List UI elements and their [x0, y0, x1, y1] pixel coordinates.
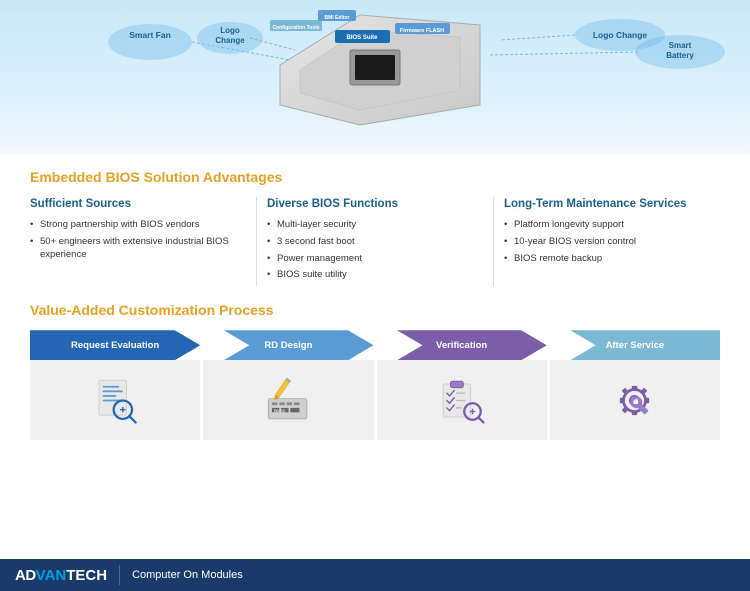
- step3-body: [377, 360, 547, 440]
- footer-brand: ADVANTECH: [15, 567, 107, 584]
- col1-item-1: Strong partnership with BIOS vendors: [30, 219, 236, 232]
- checklist-search-icon: [434, 373, 489, 428]
- svg-text:BIOS: BIOS: [274, 408, 285, 413]
- main-content: Embedded BIOS Solution Advantages Suffic…: [0, 155, 750, 450]
- footer-divider: [119, 565, 120, 585]
- step-rd-design: RD Design BIOS: [203, 330, 373, 440]
- step1-header: Request Evaluation: [30, 330, 200, 360]
- step4-label: After Service: [606, 340, 665, 351]
- svg-text:Firmware FLASH: Firmware FLASH: [400, 28, 444, 34]
- footer-logo-tech: TECH: [66, 567, 107, 584]
- col2-item-2: 3 second fast boot: [267, 236, 473, 249]
- step-request-evaluation: Request Evaluation: [30, 330, 200, 440]
- step-after-service: After Service: [550, 330, 720, 440]
- col2-item-1: Multi-layer security: [267, 219, 473, 232]
- svg-text:Battery: Battery: [666, 51, 694, 60]
- process-section-title: Value-Added Customization Process: [30, 302, 720, 318]
- col3-title: Long-Term Maintenance Services: [504, 197, 710, 212]
- svg-text:BMI Editor: BMI Editor: [325, 15, 350, 21]
- divider-2: [493, 197, 494, 286]
- step2-label: RD Design: [264, 340, 312, 351]
- footer: ADVANTECH Computer On Modules: [0, 559, 750, 591]
- step2-header: RD Design: [203, 330, 373, 360]
- col1-title: Sufficient Sources: [30, 197, 236, 212]
- svg-text:Smart Fan: Smart Fan: [129, 30, 171, 40]
- col-longterm: Long-Term Maintenance Services Platform …: [504, 197, 720, 286]
- col3-item-2: 10-year BIOS version control: [504, 236, 710, 249]
- step3-header: Verification: [377, 330, 547, 360]
- svg-text:Change: Change: [215, 36, 245, 45]
- wrench-gear-icon: [607, 373, 662, 428]
- bios-chip-icon: BIOS: [261, 373, 316, 428]
- step1-body: [30, 360, 200, 440]
- divider-1: [256, 197, 257, 286]
- svg-text:Logo Change: Logo Change: [593, 30, 648, 40]
- step4-header: After Service: [550, 330, 720, 360]
- col1-list: Strong partnership with BIOS vendors 50+…: [30, 219, 236, 261]
- step4-body: [550, 360, 720, 440]
- col2-title: Diverse BIOS Functions: [267, 197, 473, 212]
- col2-item-3: Power management: [267, 253, 473, 266]
- svg-text:BIOS Suite: BIOS Suite: [346, 35, 378, 41]
- footer-logo-ad: AD: [15, 567, 36, 584]
- advantages-grid: Sufficient Sources Strong partnership wi…: [30, 197, 720, 286]
- footer-logo-van: VAN: [36, 567, 67, 584]
- col1-item-2: 50+ engineers with extensive industrial …: [30, 236, 236, 262]
- step2-body: BIOS: [203, 360, 373, 440]
- diagram-area: BIOS Suite Firmware FLASH Configuration …: [0, 0, 750, 155]
- col3-list: Platform longevity support 10-year BIOS …: [504, 219, 710, 265]
- col3-item-3: BIOS remote backup: [504, 253, 710, 266]
- step-verification: Verification: [377, 330, 547, 440]
- col-sufficient-sources: Sufficient Sources Strong partnership wi…: [30, 197, 246, 286]
- col3-item-1: Platform longevity support: [504, 219, 710, 232]
- advantages-section-title: Embedded BIOS Solution Advantages: [30, 169, 720, 185]
- svg-text:Smart: Smart: [669, 41, 692, 50]
- footer-subtitle: Computer On Modules: [132, 569, 243, 581]
- process-steps-row: Request Evaluation: [30, 330, 720, 440]
- step1-label: Request Evaluation: [71, 340, 159, 351]
- col-diverse-bios: Diverse BIOS Functions Multi-layer secur…: [267, 197, 483, 286]
- svg-text:Logo: Logo: [220, 26, 240, 35]
- col2-item-4: BIOS suite utility: [267, 269, 473, 282]
- step3-label: Verification: [436, 340, 487, 351]
- col2-list: Multi-layer security 3 second fast boot …: [267, 219, 473, 282]
- svg-text:Configuration Tools: Configuration Tools: [272, 25, 319, 31]
- search-doc-icon: [88, 373, 143, 428]
